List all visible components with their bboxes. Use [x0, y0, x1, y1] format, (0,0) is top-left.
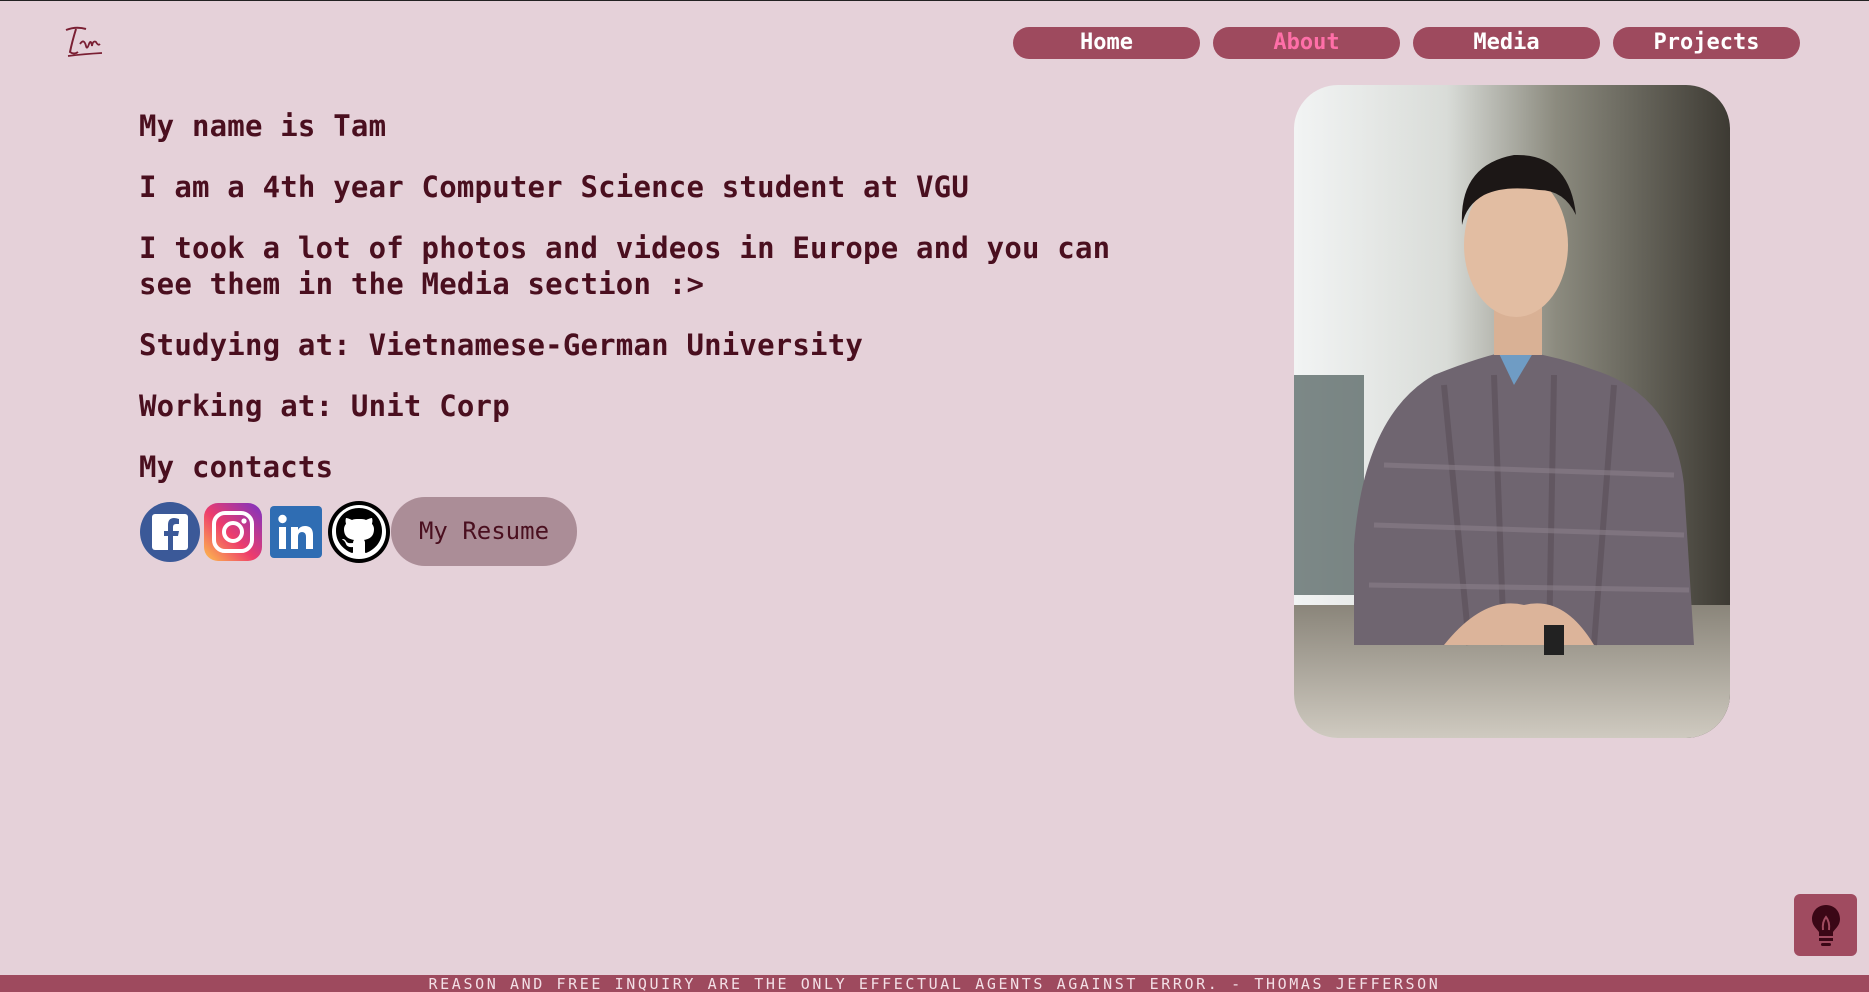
- github-link[interactable]: [328, 500, 390, 563]
- site-logo[interactable]: [62, 24, 106, 60]
- working-line: Working at: Unit Corp: [139, 389, 510, 423]
- contacts-row: My Resume: [139, 497, 1139, 566]
- profile-photo: [1294, 85, 1730, 738]
- contacts-heading: My contacts: [139, 450, 334, 484]
- instagram-link[interactable]: [202, 501, 264, 563]
- facebook-link[interactable]: [139, 501, 201, 563]
- nav-about[interactable]: About: [1213, 27, 1400, 59]
- footer-quote: REASON AND FREE INQUIRY ARE THE ONLY EFF…: [0, 975, 1869, 992]
- facebook-icon: [140, 501, 200, 562]
- about-content: My name is Tam I am a 4th year Computer …: [139, 108, 1139, 566]
- linkedin-link[interactable]: [265, 501, 327, 563]
- resume-button[interactable]: My Resume: [391, 497, 577, 566]
- nav-media[interactable]: Media: [1413, 27, 1600, 59]
- theme-toggle-button[interactable]: [1794, 894, 1857, 956]
- instagram-icon: [204, 502, 262, 561]
- linkedin-icon: [270, 505, 322, 558]
- lightbulb-icon: [1811, 905, 1840, 946]
- top-border: [0, 0, 1869, 1]
- nav-projects[interactable]: Projects: [1613, 27, 1800, 59]
- studying-line: Studying at: Vietnamese-German Universit…: [139, 328, 864, 362]
- github-icon: [328, 500, 390, 563]
- name-line: My name is Tam: [139, 109, 387, 143]
- main-nav: Home About Media Projects: [1013, 27, 1800, 59]
- nav-home[interactable]: Home: [1013, 27, 1200, 59]
- media-line: I took a lot of photos and videos in Eur…: [139, 231, 1111, 301]
- study-line: I am a 4th year Computer Science student…: [139, 170, 969, 204]
